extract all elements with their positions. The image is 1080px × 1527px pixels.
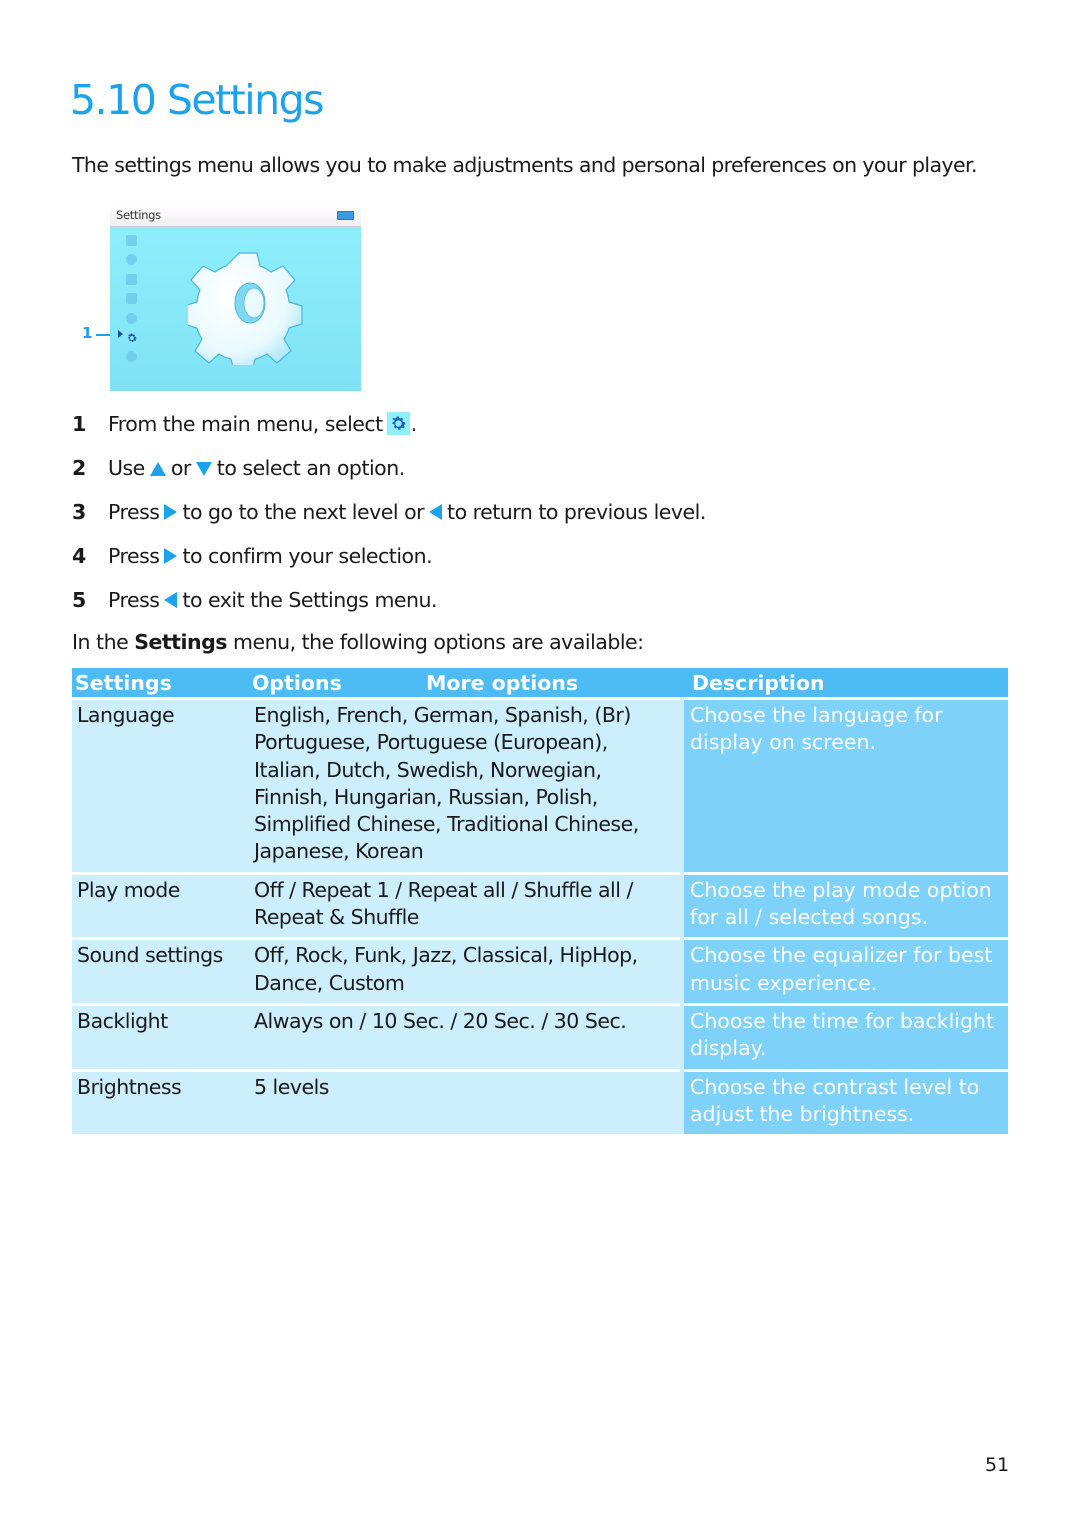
play-circle-icon <box>126 351 137 363</box>
description-line: Choose the language for <box>690 703 943 727</box>
step-text: to go to the next level or <box>182 500 425 524</box>
up-arrow-icon <box>149 462 166 476</box>
option-line: Portuguese, Portuguese (European), <box>254 730 608 755</box>
option-line: Dance, Custom <box>254 970 405 995</box>
setting-description: Choose the time for backlight display. <box>680 1004 1008 1072</box>
settings-table: Settings Options More options Descriptio… <box>72 668 1008 1135</box>
table-row: Backlight Always on / 10 Sec. / 20 Sec. /… <box>72 1004 1008 1072</box>
description-line: Choose the equalizer for best <box>690 943 993 968</box>
option-line: Off / Repeat 1 / Repeat all / Shuffle al… <box>254 877 633 902</box>
setting-description: Choose the play mode option for all / sel… <box>680 873 1008 941</box>
settings-gear-icon <box>386 412 410 435</box>
video-icon <box>126 235 137 246</box>
step-text: . <box>410 412 418 436</box>
setting-options: English, French, German, Spanish, (Br) Po… <box>249 698 682 875</box>
option-line: 5 levels <box>254 1074 330 1099</box>
table-lead-in: In the Settings menu, the following opti… <box>72 630 644 654</box>
setting-name: Backlight <box>72 1004 249 1072</box>
step-text: Press <box>108 544 160 568</box>
table-header-row: Settings Options More options Descriptio… <box>72 668 1008 700</box>
right-arrow-icon <box>164 504 178 520</box>
table-row: Sound settings Off, Rock, Funk, Jazz, Cla… <box>72 938 1008 1006</box>
description-line: for all / selected songs. <box>690 905 929 930</box>
step-text: to return to previous level. <box>447 500 706 524</box>
step-number: 4 <box>72 544 86 568</box>
option-line: Repeat & Shuffle <box>254 905 419 930</box>
setting-description: Choose the contrast level to adjust the b… <box>680 1070 1008 1135</box>
option-line: Always on / 10 Sec. / 20 Sec. / 30 Sec. <box>254 1008 627 1033</box>
setting-name: Play mode <box>72 873 249 941</box>
description-line: Choose the play mode option <box>690 877 992 902</box>
left-arrow-icon <box>429 504 443 520</box>
device-header-bar: Settings <box>110 205 361 227</box>
table-row: Language English, French, German, Spanish… <box>72 698 1008 875</box>
header-description: Description <box>682 668 1008 700</box>
description-line: adjust the brightness. <box>690 1101 915 1126</box>
table-row: Brightness 5 levels Choose the contrast l… <box>72 1070 1008 1135</box>
step-text: Use <box>108 456 145 480</box>
battery-icon <box>337 211 354 220</box>
option-line: Off, Rock, Funk, Jazz, Classical, HipHop… <box>254 943 638 968</box>
step-text: Press <box>108 500 160 524</box>
microphone-icon <box>126 312 137 324</box>
step-number: 5 <box>72 588 86 612</box>
description-line: display on screen. <box>690 730 877 755</box>
callout-line <box>96 334 110 336</box>
step-text: to exit the Settings menu. <box>182 588 438 612</box>
option-line: Finnish, Hungarian, Russian, Polish, <box>254 784 598 809</box>
down-arrow-icon <box>195 462 212 476</box>
music-icon <box>126 273 137 285</box>
intro-paragraph: The settings menu allows you to make adj… <box>72 153 977 177</box>
left-arrow-icon <box>164 592 178 608</box>
step-number: 2 <box>72 456 86 480</box>
step-text: to confirm your selection. <box>182 544 433 568</box>
setting-description: Choose the equalizer for best music exper… <box>680 938 1008 1006</box>
setting-options: Off, Rock, Funk, Jazz, Classical, HipHop… <box>249 938 682 1006</box>
device-screenshot: Settings <box>110 205 361 391</box>
setting-description: Choose the language for display on screen… <box>680 698 1008 875</box>
table-row: Play mode Off / Repeat 1 / Repeat all / S… <box>72 873 1008 941</box>
step-text: From the main menu, select <box>108 412 383 436</box>
description-line: display. <box>690 1036 767 1061</box>
header-options: Options <box>249 668 423 700</box>
setting-options: Off / Repeat 1 / Repeat all / Shuffle al… <box>249 873 682 941</box>
device-header-title: Settings <box>116 208 161 222</box>
description-line: music experience. <box>690 970 878 995</box>
device-menu-icons <box>126 235 142 371</box>
radio-icon <box>126 293 137 305</box>
setting-options: Always on / 10 Sec. / 20 Sec. / 30 Sec. <box>249 1004 682 1072</box>
option-line: Japanese, Korean <box>254 839 424 864</box>
header-more-options: More options <box>423 668 682 700</box>
option-line: Italian, Dutch, Swedish, Norwegian, <box>254 757 602 782</box>
header-settings: Settings <box>72 668 249 700</box>
setting-name: Brightness <box>72 1070 249 1135</box>
step-text: to select an option. <box>216 456 405 480</box>
page-number: 51 <box>985 1454 1010 1476</box>
lead-bold-text: Settings <box>134 630 227 654</box>
camera-icon <box>126 254 137 266</box>
setting-options: 5 levels <box>249 1070 682 1135</box>
setting-name: Sound settings <box>72 938 249 1006</box>
settings-gear-icon <box>126 332 137 343</box>
section-title: 5.10 Settings <box>70 76 325 124</box>
setting-name: Language <box>72 698 249 875</box>
step-text: Press <box>108 588 160 612</box>
large-gear-icon <box>188 252 303 365</box>
step-number: 3 <box>72 500 86 524</box>
description-line: Choose the contrast level to <box>690 1074 980 1099</box>
lead-text: In the <box>72 630 135 654</box>
callout-number: 1 <box>82 324 93 342</box>
lead-text: menu, the following options are availabl… <box>226 630 644 654</box>
option-line: English, French, German, Spanish, (Br) <box>254 703 631 727</box>
description-line: Choose the time for backlight <box>690 1008 995 1033</box>
option-line: Simplified Chinese, Traditional Chinese, <box>254 812 639 837</box>
step-text: or <box>170 456 191 480</box>
selection-arrow-icon <box>118 330 123 338</box>
table-body: Language English, French, German, Spanish… <box>72 698 1008 1135</box>
step-number: 1 <box>72 412 86 436</box>
right-arrow-icon <box>164 548 178 564</box>
